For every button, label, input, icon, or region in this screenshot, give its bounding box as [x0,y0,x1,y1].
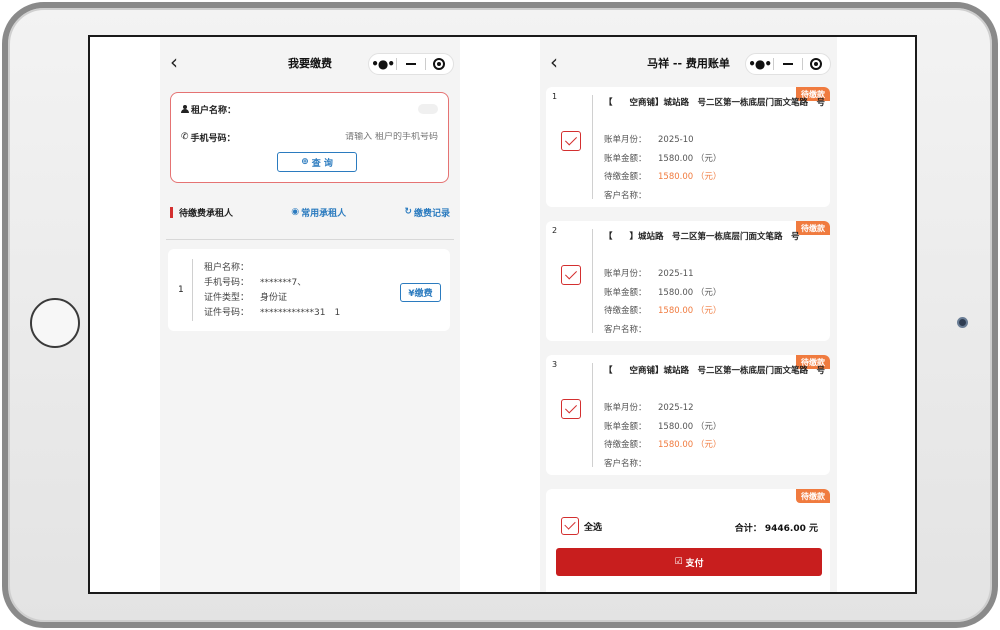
name-label: 租户名称： [191,105,237,116]
tab-payment-history[interactable]: ↻ 缴费记录 [404,206,450,219]
camera-icon [957,317,968,328]
bill-details: 账单月份： 2025-12 账单金额： 1580.00 （元） 待缴金额： 1580.… [604,403,722,469]
select-all-label: 全选 [584,523,603,533]
due-amount: 1580.00 （元） [658,172,722,182]
tab-frequent-tenants[interactable]: ◉ 常用承租人 [291,206,346,219]
history-icon: ↻ [404,207,412,217]
checkout-bar: 全选 合计： 9446.00 元 ☑ 支付 [546,511,830,592]
search-icon: ⊕ [301,157,309,167]
check-square-icon: ☑ [674,557,683,567]
name-row: 租户名称： [181,101,438,117]
tenant-card: 1 租户名称： 手机号码： *******7、 证件类型： 身份证 证件号码： ***… [168,249,450,331]
pay-button[interactable]: ¥缴费 [400,283,441,302]
bill-page: ‹ 马祥 -- 费用账单 •●• 1 待缴款 【 空商铺】城站路 号二区第一栋底… [540,37,837,592]
bill-address: 【 】城站路 号二区第一栋底层门面文笔路 号 [604,232,800,242]
bill-checkbox[interactable] [561,265,581,285]
phone-label: 手机号码： [190,133,236,144]
bill-details: 账单月份： 2025-11 账单金额： 1580.00 （元） 待缴金额： 1580.… [604,269,722,335]
home-button[interactable] [30,298,80,348]
close-icon[interactable] [426,54,453,74]
tenant-id-number: ************31 1 [260,308,341,318]
page-title: 马祥 -- 费用账单 [647,57,730,70]
more-icon[interactable]: •●• [369,54,396,74]
phone-icon: ✆ [181,132,189,142]
select-all-checkbox[interactable] [561,517,579,535]
due-amount: 1580.00 （元） [658,306,722,316]
bill-card: 3 待缴款 【 空商铺】城站路 号二区第一栋底层门面文笔路 号 账单月份： 202… [546,355,830,475]
phone-row: ✆ 手机号码： [181,129,438,145]
mini-program-capsule: •●• [745,53,831,75]
minimize-icon[interactable] [397,54,424,74]
close-icon[interactable] [803,54,830,74]
tablet-screen: ‹ 我要缴费 •●• 租户名称： ✆手机号码： ⊕ 查 询 [88,35,917,594]
bill-address: 【 空商铺】城站路 号二区第一栋底层门面文笔路 号 [604,98,826,108]
tab-marker [170,206,173,218]
pay-submit-button[interactable]: ☑ 支付 [556,548,822,576]
bill-month: 2025-11 [658,269,694,279]
bill-details: 账单月份： 2025-10 账单金额： 1580.00 （元） 待缴金额： 1580.… [604,135,722,201]
bill-checkbox[interactable] [561,399,581,419]
user-circle-icon: ◉ [291,207,300,217]
tenant-phone: *******7、 [260,278,307,288]
minimize-icon[interactable] [774,54,801,74]
phone-input[interactable] [235,132,438,142]
tenant-info: 租户名称： 手机号码： *******7、 证件类型： 身份证 证件号码： *****… [204,263,341,318]
payment-page: ‹ 我要缴费 •●• 租户名称： ✆手机号码： ⊕ 查 询 [160,37,460,592]
bill-amount: 1580.00 （元） [658,421,722,432]
nav-bar: ‹ 我要缴费 •●• [160,37,460,89]
search-card: 租户名称： ✆手机号码： ⊕ 查 询 [170,92,449,183]
mini-program-capsule: •●• [368,53,454,75]
bill-address: 【 空商铺】城站路 号二区第一栋底层门面文笔路 号 [604,366,826,376]
bill-amount: 1580.00 （元） [658,153,722,164]
query-button[interactable]: ⊕ 查 询 [277,152,357,172]
bill-card: 2 待缴款 【 】城站路 号二区第一栋底层门面文笔路 号 账单月份： 2025-1… [546,221,830,341]
status-badge: 待缴款 [796,489,830,503]
bill-month: 2025-12 [658,403,694,413]
nav-bar: ‹ 马祥 -- 费用账单 •●• [540,37,837,89]
tenant-tabs: 待缴费承租人 ◉ 常用承租人 ↻ 缴费记录 [170,205,450,219]
bill-amount: 1580.00 （元） [658,287,722,298]
back-icon[interactable]: ‹ [170,52,190,73]
page-title: 我要缴费 [288,57,332,70]
name-toggle[interactable] [418,104,438,114]
tenant-id-type: 身份证 [260,293,288,303]
total-amount: 合计： 9446.00 元 [734,524,818,534]
tab-pending-tenants[interactable]: 待缴费承租人 [179,206,233,219]
bill-month: 2025-10 [658,135,694,145]
user-icon [181,105,189,113]
due-amount: 1580.00 （元） [658,440,722,450]
bill-checkbox[interactable] [561,131,581,151]
tenant-index: 1 [178,285,184,295]
bill-card: 1 待缴款 【 空商铺】城站路 号二区第一栋底层门面文笔路 号 账单月份： 202… [546,87,830,207]
back-icon[interactable]: ‹ [550,52,570,73]
divider [166,239,454,240]
more-icon[interactable]: •●• [746,54,773,74]
